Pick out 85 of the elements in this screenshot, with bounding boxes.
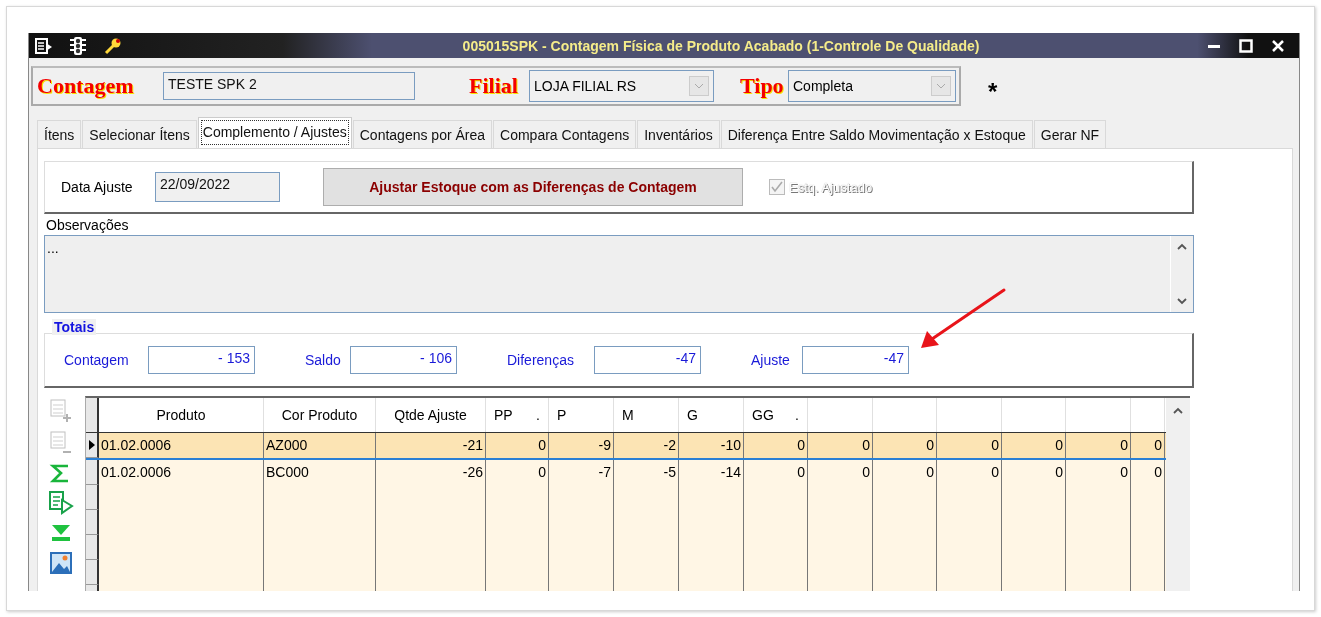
table-cell: 0 bbox=[1066, 460, 1131, 485]
column-header[interactable]: M bbox=[614, 398, 679, 432]
adjust-stock-button[interactable]: Ajustar Estoque com as Diferenças de Contagem bbox=[323, 168, 743, 206]
table-cell: 0 bbox=[873, 460, 937, 485]
filial-label: Filial bbox=[469, 73, 519, 99]
table-cell: AZ000 bbox=[264, 433, 376, 458]
export-icon[interactable] bbox=[48, 490, 74, 516]
contagem-label: Contagem bbox=[37, 73, 135, 99]
row-selector[interactable] bbox=[86, 560, 99, 585]
table-cell: 0 bbox=[808, 460, 873, 485]
row-selector[interactable] bbox=[86, 510, 99, 535]
table-cell: 0 bbox=[808, 433, 873, 458]
wrench-icon[interactable] bbox=[103, 36, 123, 55]
table-cell: -5 bbox=[614, 460, 679, 485]
tab[interactable]: Inventários bbox=[637, 120, 720, 148]
scroll-down-icon[interactable] bbox=[1176, 296, 1188, 306]
total-label: Diferenças bbox=[507, 352, 575, 368]
tab[interactable]: Ítens bbox=[37, 120, 82, 148]
table-cell: 01.02.0006 bbox=[99, 460, 264, 485]
observacoes-field[interactable]: ... bbox=[44, 235, 1194, 313]
table-cell: -9 bbox=[549, 433, 614, 458]
total-field[interactable]: -47 bbox=[802, 346, 909, 374]
table-cell: -14 bbox=[679, 460, 744, 485]
maximize-icon[interactable] bbox=[1239, 38, 1253, 53]
window-title: 005015SPK - Contagem Física de Produto Acabado (1-Controle De Qualidade) bbox=[461, 37, 981, 54]
tab[interactable]: Complemento / Ajustes bbox=[197, 117, 352, 148]
filial-dropdown[interactable]: LOJA FILIAL RS bbox=[529, 70, 714, 102]
table-cell: 0 bbox=[937, 460, 1002, 485]
menu-icon[interactable] bbox=[35, 37, 53, 54]
column-header[interactable]: P bbox=[549, 398, 614, 432]
total-label: Ajuste bbox=[751, 352, 791, 368]
tab[interactable]: Compara Contagens bbox=[493, 120, 637, 148]
row-selector[interactable] bbox=[86, 535, 99, 560]
table-cell: 0 bbox=[1002, 433, 1066, 458]
total-field[interactable]: - 153 bbox=[148, 346, 255, 374]
scroll-up-icon[interactable] bbox=[1172, 406, 1184, 416]
table-cell: BC000 bbox=[264, 460, 376, 485]
scroll-up-icon[interactable] bbox=[1176, 242, 1188, 252]
row-selector[interactable] bbox=[86, 433, 99, 458]
table-cell: 0 bbox=[486, 460, 549, 485]
table-cell: -21 bbox=[376, 433, 486, 458]
total-label: Contagem bbox=[64, 352, 130, 368]
total-field[interactable]: -47 bbox=[594, 346, 701, 374]
table-cell: -10 bbox=[679, 433, 744, 458]
table-cell: 0 bbox=[744, 460, 808, 485]
observacoes-label: Observações bbox=[46, 217, 130, 233]
table-cell: 0 bbox=[1131, 433, 1165, 458]
scrollbar[interactable] bbox=[1166, 398, 1190, 591]
image-icon[interactable] bbox=[48, 550, 74, 576]
totais-title: Totais bbox=[52, 319, 97, 335]
column-header[interactable]: Cor Produto bbox=[264, 398, 376, 432]
column-header[interactable]: GG . bbox=[744, 398, 808, 432]
column-header[interactable]: Qtde Ajuste bbox=[376, 398, 486, 432]
data-ajuste-label: Data Ajuste bbox=[61, 179, 134, 195]
tab[interactable]: Gerar NF bbox=[1033, 120, 1107, 148]
row-selector[interactable] bbox=[86, 485, 99, 510]
table-cell: 0 bbox=[1066, 433, 1131, 458]
tab[interactable]: Selecionar Ítens bbox=[82, 120, 197, 148]
table-cell: 0 bbox=[1131, 460, 1165, 485]
table-cell: -26 bbox=[376, 460, 486, 485]
column-header[interactable]: Produto bbox=[99, 398, 264, 432]
modified-mark: * bbox=[988, 78, 998, 106]
row-selector[interactable] bbox=[86, 398, 99, 432]
table-cell: -7 bbox=[549, 460, 614, 485]
column-header[interactable]: G bbox=[679, 398, 744, 432]
tab[interactable]: Diferença Entre Saldo Movimentação x Estoque bbox=[720, 120, 1033, 148]
date-field[interactable]: 22/09/2022 bbox=[155, 172, 280, 202]
close-icon[interactable] bbox=[1271, 38, 1285, 53]
column-header[interactable]: PP . bbox=[486, 398, 549, 432]
current-row-icon bbox=[88, 440, 95, 450]
total-field[interactable]: - 106 bbox=[350, 346, 457, 374]
table-cell: 0 bbox=[1002, 460, 1066, 485]
table-cell: 0 bbox=[744, 433, 808, 458]
table-cell: 0 bbox=[873, 433, 937, 458]
contagem-field[interactable]: TESTE SPK 2 bbox=[163, 72, 415, 100]
traffic-light-icon[interactable] bbox=[68, 35, 88, 56]
table-cell: -2 bbox=[614, 433, 679, 458]
total-label: Saldo bbox=[305, 352, 342, 368]
tipo-label: Tipo bbox=[740, 73, 785, 99]
table-cell: 0 bbox=[486, 433, 549, 458]
tab[interactable]: Contagens por Área bbox=[352, 120, 493, 148]
table-cell: 01.02.0006 bbox=[99, 433, 264, 458]
row-selector[interactable] bbox=[86, 460, 99, 485]
tipo-dropdown[interactable]: Completa bbox=[788, 70, 956, 102]
table-cell: 0 bbox=[937, 433, 1002, 458]
